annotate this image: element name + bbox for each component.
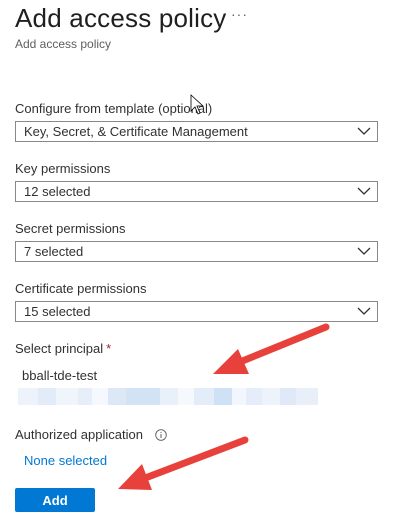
add-button[interactable]: Add — [15, 488, 95, 512]
select-principal-label: Select principal * — [15, 341, 111, 356]
arrow-to-add-button-icon — [118, 436, 249, 490]
chevron-down-icon — [357, 127, 371, 135]
ellipsis-icon[interactable]: ··· — [231, 6, 248, 22]
page-subtitle: Add access policy — [15, 37, 112, 51]
chevron-down-icon — [357, 187, 371, 195]
redacted-principal-id — [18, 388, 318, 405]
certificate-permissions-dropdown[interactable]: 15 selected — [15, 301, 378, 322]
template-dropdown[interactable]: Key, Secret, & Certificate Management — [15, 121, 378, 142]
key-permissions-label: Key permissions — [15, 161, 111, 176]
secret-permissions-value: 7 selected — [24, 244, 84, 259]
annotation-arrows — [118, 323, 330, 490]
mouse-cursor-icon — [190, 94, 205, 115]
certificate-permissions-value: 15 selected — [24, 304, 91, 319]
arrow-to-principal-icon — [213, 323, 330, 374]
certificate-permissions-label: Certificate permissions — [15, 281, 147, 296]
template-label: Configure from template (optional) — [15, 101, 213, 116]
secret-permissions-label: Secret permissions — [15, 221, 126, 236]
authorized-application-label: Authorized application — [15, 427, 143, 442]
template-value: Key, Secret, & Certificate Management — [24, 124, 248, 139]
key-permissions-value: 12 selected — [24, 184, 91, 199]
info-icon[interactable] — [155, 429, 167, 441]
chevron-down-icon — [357, 247, 371, 255]
key-permissions-dropdown[interactable]: 12 selected — [15, 181, 378, 202]
page-title: Add access policy — [15, 3, 227, 33]
principal-name[interactable]: bball-tde-test — [22, 368, 97, 383]
secret-permissions-dropdown[interactable]: 7 selected — [15, 241, 378, 262]
required-marker: * — [106, 341, 112, 356]
chevron-down-icon — [357, 307, 371, 315]
select-principal-text: Select principal — [15, 341, 104, 356]
none-selected-link[interactable]: None selected — [24, 453, 107, 468]
